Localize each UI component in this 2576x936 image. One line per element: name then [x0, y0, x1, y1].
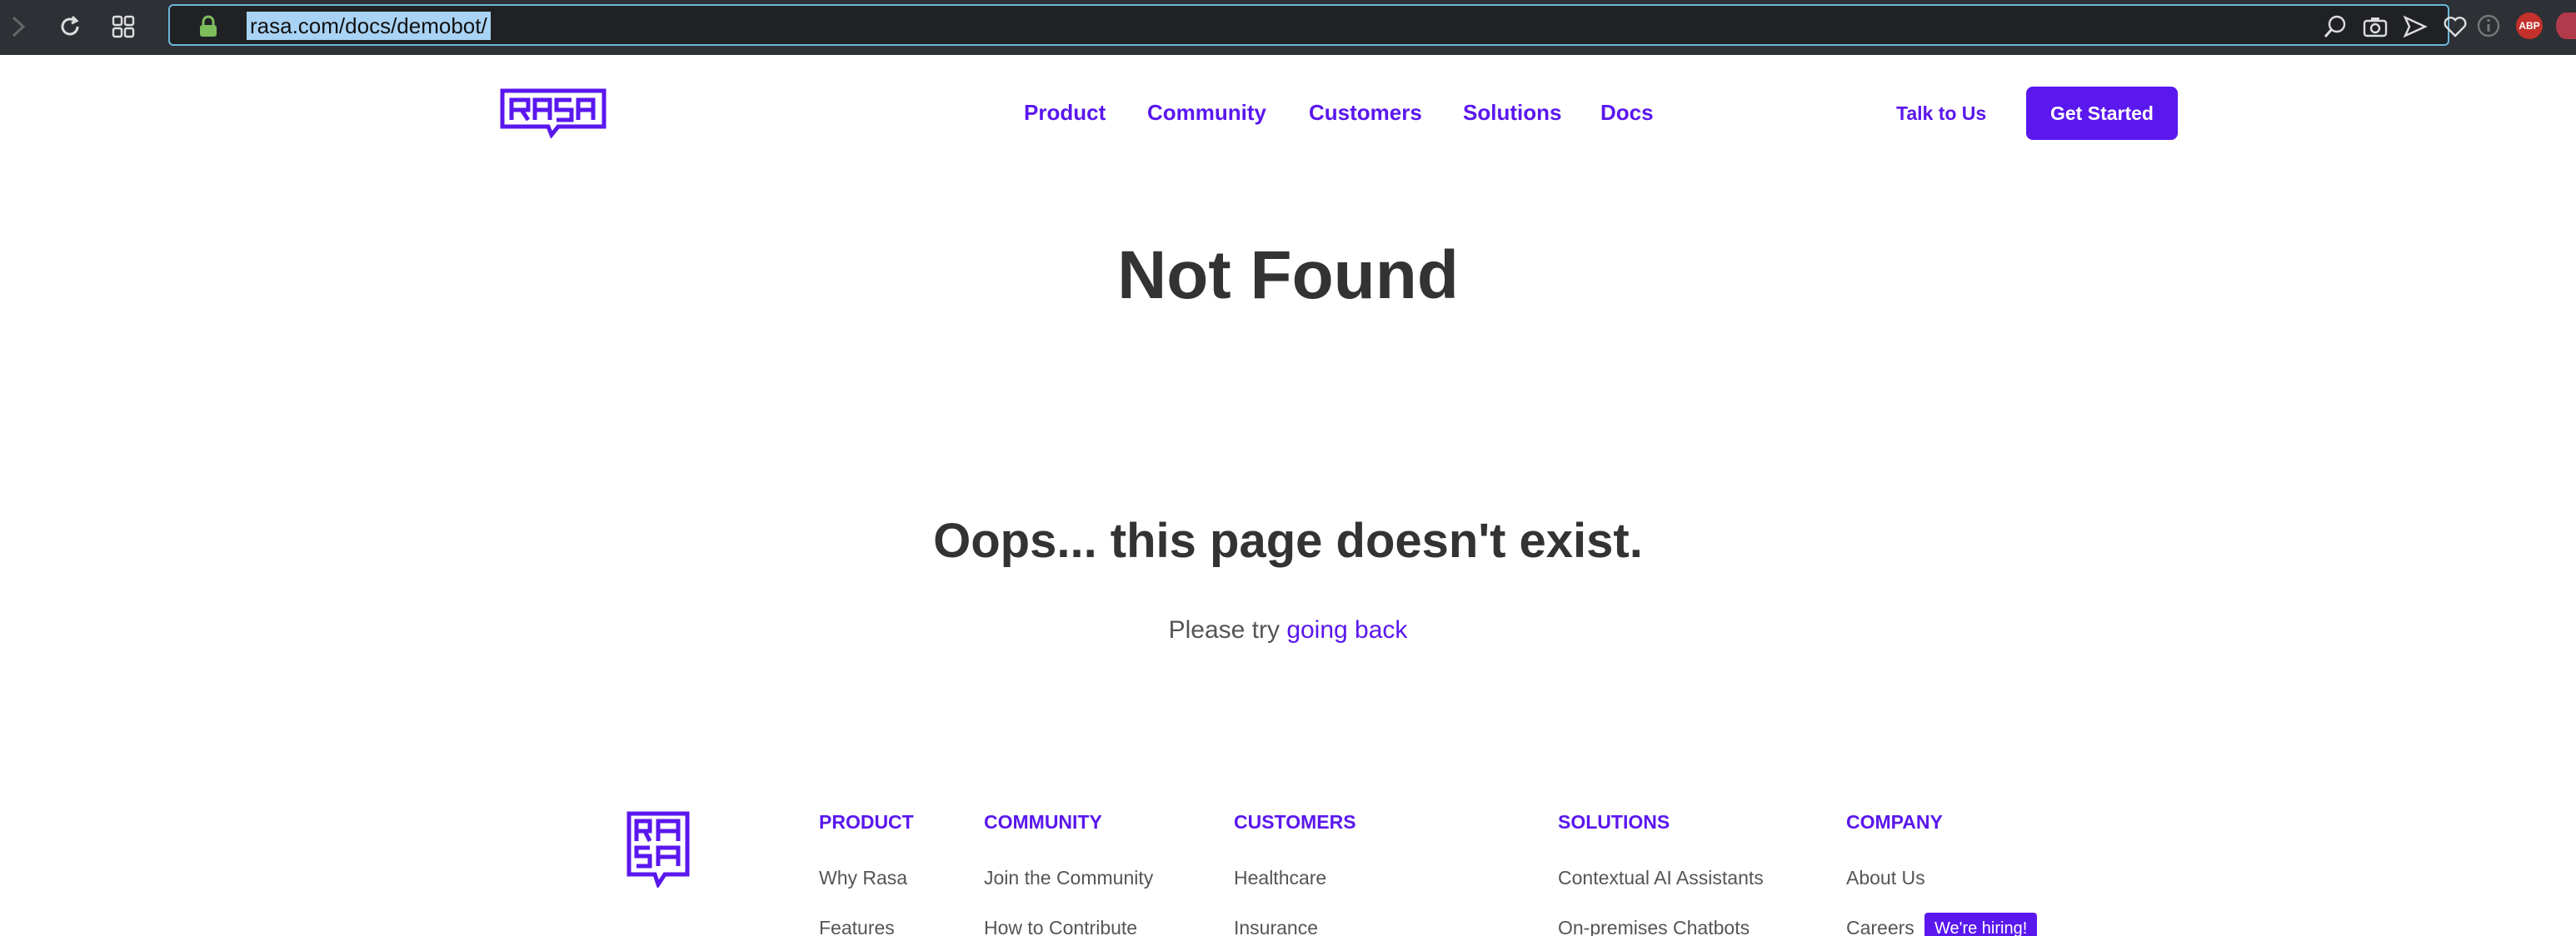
footer-heading-customers: CUSTOMERS: [1234, 811, 1356, 833]
footer-link-healthcare[interactable]: Healthcare: [1234, 867, 1326, 889]
footer-link-join-community[interactable]: Join the Community: [984, 867, 1153, 889]
zoom-icon[interactable]: [2323, 14, 2348, 43]
footer-heading-company: COMPANY: [1846, 811, 1943, 833]
footer-heading-community: COMMUNITY: [984, 811, 1102, 833]
footer-link-why-rasa[interactable]: Why Rasa: [819, 867, 907, 889]
heart-icon[interactable]: [2443, 14, 2468, 43]
nav-product[interactable]: Product: [1024, 100, 1106, 126]
hiring-badge[interactable]: We're hiring!: [1925, 913, 2038, 936]
footer-link-insurance[interactable]: Insurance: [1234, 917, 1318, 936]
lock-icon: [198, 15, 218, 42]
footer-rasa-logo[interactable]: [627, 811, 690, 892]
back-icon[interactable]: [3, 12, 33, 42]
footer-link-contextual-ai[interactable]: Contextual AI Assistants: [1558, 867, 1764, 889]
page-title: Not Found: [1117, 237, 1459, 313]
info-icon[interactable]: [2476, 13, 2501, 42]
browser-toolbar: rasa.com/docs/demobot/ ABP: [0, 0, 2576, 55]
camera-icon[interactable]: [2363, 14, 2388, 43]
url-text[interactable]: rasa.com/docs/demobot/: [247, 12, 491, 40]
footer-link-features[interactable]: Features: [819, 917, 895, 936]
address-bar[interactable]: rasa.com/docs/demobot/: [168, 4, 2467, 46]
retry-prefix: Please try: [1168, 616, 1280, 644]
retry-text: Please try going back: [0, 616, 2576, 645]
talk-to-us-link[interactable]: Talk to Us: [1896, 102, 1986, 125]
nav-solutions[interactable]: Solutions: [1463, 100, 1561, 126]
rasa-logo[interactable]: [500, 88, 607, 142]
get-started-button[interactable]: Get Started: [2026, 87, 2178, 140]
footer-link-how-to-contribute[interactable]: How to Contribute: [984, 917, 1137, 936]
adblock-extension-icon[interactable]: ABP: [2516, 12, 2543, 39]
footer-heading-product: PRODUCT: [819, 811, 914, 833]
footer-link-on-premises[interactable]: On-premises Chatbots: [1558, 917, 1750, 936]
going-back-link[interactable]: going back: [1286, 616, 1407, 644]
nav-customers[interactable]: Customers: [1309, 100, 1422, 126]
error-message: Oops... this page doesn't exist.: [933, 514, 1643, 568]
reload-icon[interactable]: [55, 12, 85, 42]
send-icon[interactable]: [2403, 14, 2428, 43]
footer-heading-solutions: SOLUTIONS: [1558, 811, 1670, 833]
footer-link-careers[interactable]: Careers: [1846, 917, 1915, 936]
grid-icon[interactable]: [108, 12, 138, 42]
nav-docs[interactable]: Docs: [1600, 100, 1654, 126]
footer-link-about-us[interactable]: About Us: [1846, 867, 1925, 889]
extension-icon[interactable]: [2556, 12, 2576, 39]
nav-community[interactable]: Community: [1147, 100, 1266, 126]
